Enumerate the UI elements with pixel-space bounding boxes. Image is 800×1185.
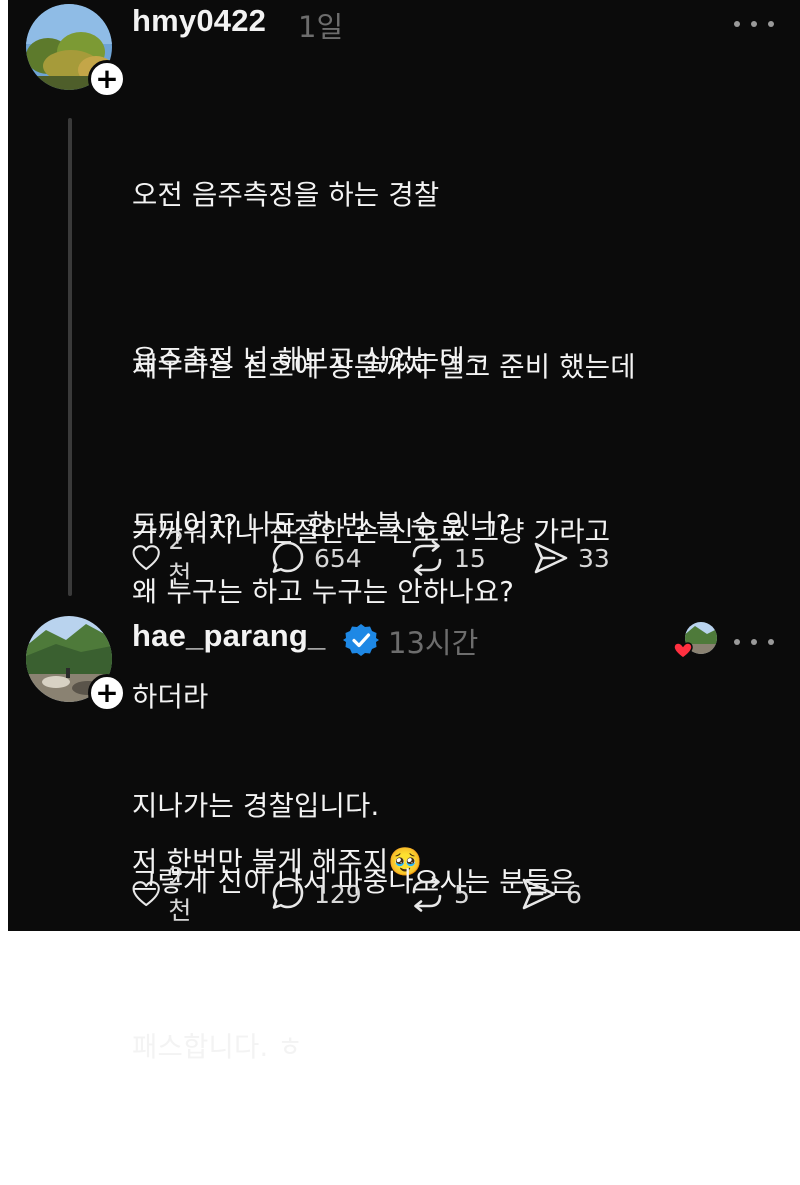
more-dots-icon[interactable] — [734, 14, 774, 34]
repost-button[interactable]: 15 — [408, 538, 486, 578]
like-button[interactable]: 2천 — [132, 526, 199, 589]
share-button[interactable]: 33 — [532, 538, 610, 578]
like-count: 2천 — [168, 525, 192, 589]
repost-count: 15 — [454, 543, 486, 573]
follow-plus-icon[interactable]: + — [88, 674, 126, 712]
follow-plus-icon[interactable]: + — [88, 60, 126, 98]
speech-bubble-icon — [272, 877, 304, 909]
send-arrow-icon — [534, 542, 568, 574]
speech-bubble-icon — [272, 541, 304, 573]
post-text-line: 세우라는 신호에 창문까지 열고 준비 했는데 — [132, 351, 636, 383]
comment-button[interactable]: 654 — [270, 538, 362, 578]
liker-avatar-icon — [673, 622, 717, 659]
timestamp: 1일 — [298, 10, 344, 44]
post-text-para-2: 그렇게 신이 나서 마중나오시는 분들은 패스합니다. ㅎ — [132, 745, 576, 1185]
send-arrow-icon — [522, 878, 556, 910]
thread-line — [68, 118, 72, 596]
more-dots-icon[interactable] — [734, 632, 774, 652]
repost-count: 5 — [454, 879, 470, 909]
author-liked-avatar — [673, 620, 719, 666]
timestamp: 13시간 — [388, 626, 479, 660]
share-count: 33 — [578, 543, 610, 573]
verified-badge-icon — [343, 624, 379, 656]
username[interactable]: hae_parang_ — [132, 618, 325, 654]
heart-icon — [673, 642, 693, 659]
heart-icon — [132, 545, 160, 571]
post-text-line: 패스합니다. ㅎ — [132, 1031, 303, 1063]
comment-count: 129 — [314, 879, 362, 909]
repost-arrows-icon — [412, 540, 442, 576]
heart-icon — [132, 881, 160, 907]
like-count: 2천 — [168, 861, 192, 925]
username[interactable]: hmy0422 — [132, 3, 266, 39]
repost-button[interactable]: 5 — [408, 874, 470, 914]
share-button[interactable]: 6 — [520, 874, 582, 914]
post-text-line: 오전 음주측정을 하는 경찰 — [132, 179, 440, 211]
comment-button[interactable]: 129 — [270, 874, 362, 914]
share-count: 6 — [566, 879, 582, 909]
post-hae_parang_[interactable]: + hae_parang_ 13시간 지나가는 경찰입니다. 그렇게 신이 나서 — [8, 610, 800, 1063]
post-hmy0422[interactable]: + hmy0422 1일 오전 음주측정을 하는 경찰 음주측정 넘 해보고 싶… — [8, 0, 800, 878]
threads-screen: + hmy0422 1일 오전 음주측정을 하는 경찰 음주측정 넘 해보고 싶… — [8, 0, 800, 1063]
like-button[interactable]: 2천 — [132, 862, 199, 925]
comment-count: 654 — [314, 543, 362, 573]
repost-arrows-icon — [412, 876, 442, 912]
